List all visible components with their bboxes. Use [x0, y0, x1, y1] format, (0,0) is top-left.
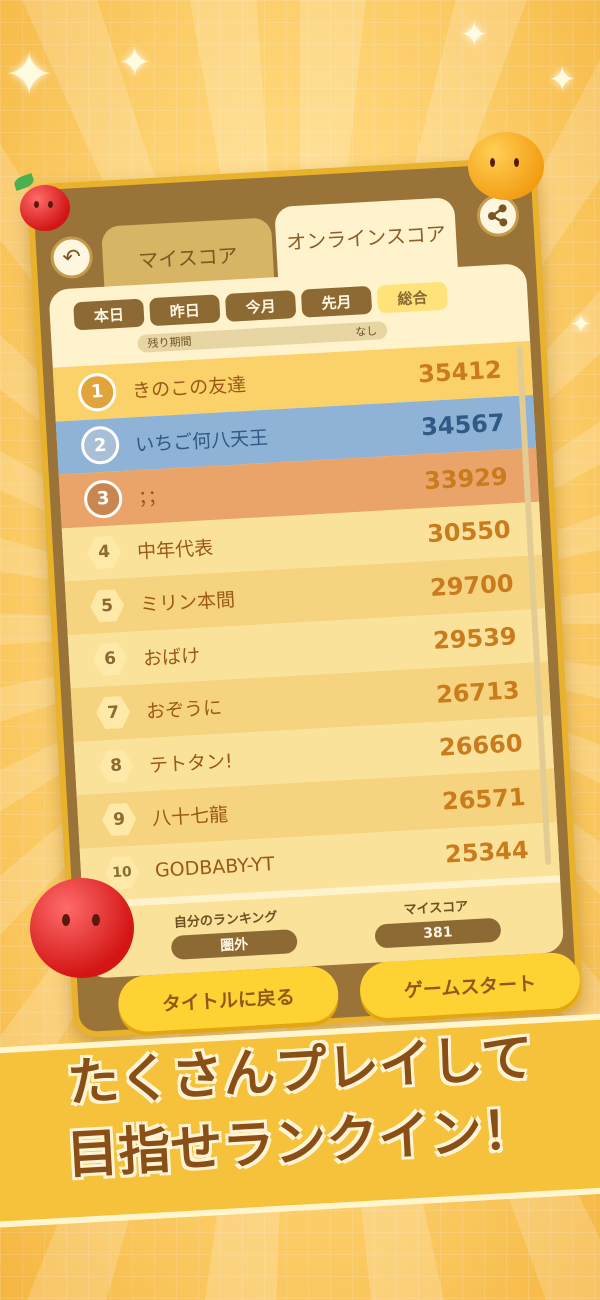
- player-name: テトタン!: [148, 750, 234, 777]
- player-score: 26571: [441, 782, 527, 816]
- remaining-period-label: 残り期間: [147, 334, 192, 351]
- player-name: ミリン本間: [139, 589, 236, 617]
- sparkle-icon: ✦: [548, 60, 577, 100]
- back-arrow-icon: ↶: [61, 244, 82, 271]
- share-button[interactable]: [475, 193, 521, 238]
- player-name: いちご何八天王: [134, 426, 269, 456]
- remaining-period-value: なし: [354, 324, 378, 339]
- player-score: 35412: [417, 355, 503, 389]
- player-score: 26713: [435, 675, 521, 709]
- player-score: 26660: [438, 729, 524, 762]
- tab-my-score-label: マイスコア: [137, 243, 239, 273]
- player-name: ；；: [137, 485, 168, 510]
- gold-medal-icon: 1: [77, 371, 118, 413]
- player-name: おばけ: [142, 644, 201, 670]
- sparkle-icon: ✦: [118, 40, 152, 86]
- my-ranking-value: 圏外: [170, 928, 298, 960]
- player-score: 33929: [423, 462, 509, 495]
- cherry-apple-icon: [20, 185, 70, 231]
- player-name: おぞうに: [145, 697, 223, 724]
- rank-badge: 9: [101, 802, 137, 838]
- rank-badge: 6: [92, 641, 128, 677]
- filter-last-month[interactable]: 先月: [300, 285, 373, 318]
- back-to-title-button[interactable]: タイトルに戻る: [116, 964, 340, 1034]
- player-name: GODBABY-YT: [154, 853, 275, 883]
- rank-badge: 4: [86, 534, 122, 570]
- filter-today[interactable]: 本日: [73, 298, 145, 331]
- filter-this-month[interactable]: 今月: [224, 290, 297, 322]
- rank-badge: 7: [95, 695, 131, 731]
- share-icon: [487, 204, 508, 227]
- player-score: 34567: [420, 408, 506, 442]
- bronze-medal-icon: 3: [83, 478, 124, 519]
- orange-fruit-icon: [468, 132, 544, 200]
- silver-medal-icon: 2: [80, 425, 121, 466]
- red-apple-character-icon: [30, 878, 134, 978]
- player-score: 25344: [444, 836, 530, 869]
- my-score-label: マイスコア: [403, 899, 469, 918]
- back-arrow-button[interactable]: ↶: [49, 235, 94, 280]
- player-score: 29700: [429, 569, 515, 602]
- ranking-list: 1 きのこの友達 35412 2 いちご何八天王 34567 3 ；； 3392…: [52, 341, 560, 902]
- tab-online-score-label: オンラインスコア: [285, 221, 447, 255]
- ranking-content: 本日 昨日 今月 先月 総合 残り期間 なし 1 きのこの友達 35412 2 …: [48, 263, 562, 929]
- player-name: 八十七龍: [151, 803, 229, 831]
- sparkle-icon: ✦: [4, 40, 55, 110]
- player-score: 30550: [426, 515, 512, 549]
- player-name: きのこの友達: [131, 374, 247, 403]
- sparkle-icon: ✦: [460, 15, 489, 55]
- my-score-value: 381: [374, 917, 502, 949]
- game-start-button[interactable]: ゲームスタート: [358, 951, 582, 1020]
- remaining-period: 残り期間 なし: [137, 321, 388, 353]
- period-filters: 本日 昨日 今月 先月 総合: [73, 281, 449, 331]
- player-name: 中年代表: [136, 536, 214, 564]
- rank-badge: 5: [89, 588, 125, 624]
- sparkle-icon: ✦: [570, 310, 592, 340]
- my-ranking-label: 自分のランキング: [173, 910, 278, 931]
- rank-badge: 8: [98, 748, 134, 784]
- player-score: 29539: [432, 622, 518, 656]
- filter-overall[interactable]: 総合: [376, 281, 449, 314]
- filter-yesterday[interactable]: 昨日: [149, 294, 221, 327]
